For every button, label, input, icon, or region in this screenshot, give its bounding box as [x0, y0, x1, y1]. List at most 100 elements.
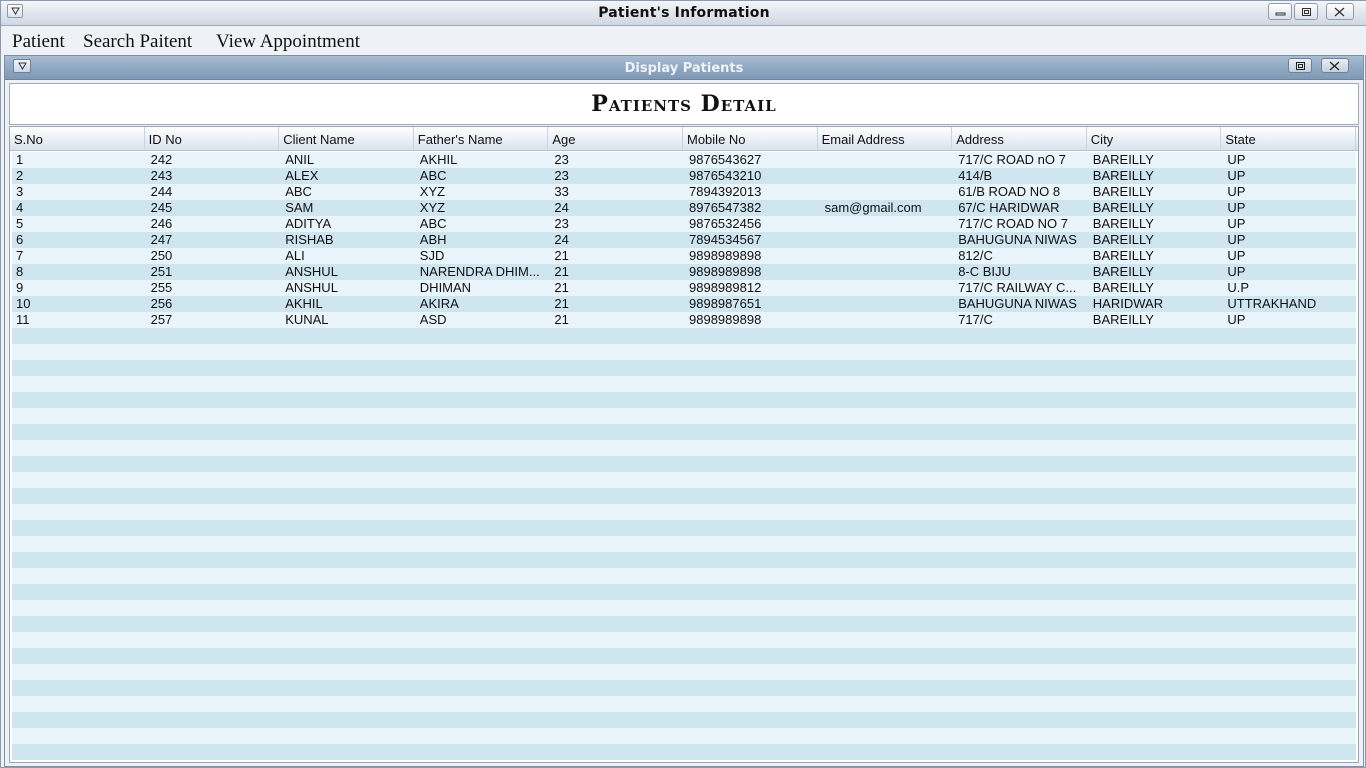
table-row[interactable]: [12, 568, 1356, 584]
column-header[interactable]: City: [1087, 127, 1222, 151]
table-cell: RISHAB: [285, 232, 334, 247]
table-cell: 245: [150, 200, 173, 215]
inner-window-title: Display Patients: [624, 61, 744, 76]
table-row[interactable]: [12, 424, 1356, 440]
inner-titlebar[interactable]: Display Patients: [5, 56, 1363, 80]
table-cell: BAHUGUNA NIWAS: [958, 232, 1077, 247]
table-row[interactable]: 1 242 ANIL AKHIL 23 9876543627 717/C ROAD nO 7…: [12, 152, 1356, 168]
column-header[interactable]: Address: [952, 127, 1087, 151]
table-row[interactable]: [12, 584, 1356, 600]
table-cell: AKHIL: [419, 152, 458, 167]
table-row[interactable]: [12, 392, 1356, 408]
table-row[interactable]: [12, 408, 1356, 424]
table-row[interactable]: 5 246 ADITYA ABC 23 9876532456 717/C ROAD NO 7…: [12, 216, 1356, 232]
table-row[interactable]: 9 255 ANSHUL DHIMAN 21 9898989812 717/C RAILWA…: [12, 280, 1356, 296]
inner-close-button[interactable]: [1321, 58, 1349, 73]
table-cell: 244: [150, 184, 173, 199]
table-cell: UP: [1227, 200, 1246, 215]
maximize-button[interactable]: [1294, 3, 1318, 20]
table-row[interactable]: [12, 616, 1356, 632]
table-cell: 9898989898: [689, 248, 762, 263]
menu-patient[interactable]: Patient: [12, 31, 65, 53]
column-header[interactable]: Client Name: [279, 127, 414, 151]
table-cell: BAREILLY: [1092, 216, 1154, 231]
table-row[interactable]: [12, 360, 1356, 376]
table-row[interactable]: [12, 520, 1356, 536]
table-cell: U.P: [1227, 280, 1250, 295]
table-cell: 21: [554, 296, 569, 311]
table-cell: UP: [1227, 168, 1246, 183]
table-row[interactable]: [12, 440, 1356, 456]
table-row[interactable]: 10 256 AKHIL AKIRA 21 9898987651 BAHUGUNA NIWA…: [12, 296, 1356, 312]
patients-table[interactable]: S.No ID No Client Name Father's Name Age Mobi…: [9, 126, 1359, 763]
column-header[interactable]: ID No: [145, 127, 280, 151]
table-cell: UP: [1227, 264, 1246, 279]
table-cell: 3: [16, 184, 24, 199]
table-row[interactable]: [12, 632, 1356, 648]
table-row[interactable]: 8 251 ANSHUL NARENDRA DHIM... 21 9898989898 8-…: [12, 264, 1356, 280]
column-header[interactable]: Age: [548, 127, 683, 151]
table-cell: [821, 248, 956, 264]
table-row[interactable]: [12, 344, 1356, 360]
table-cell: 9876543210: [689, 168, 762, 183]
table-body: 1 242 ANIL AKHIL 23 9876543627 717/C ROAD nO 7…: [12, 152, 1358, 762]
table-row[interactable]: [12, 664, 1356, 680]
menu-search-patient[interactable]: Search Paitent: [83, 31, 192, 53]
column-header[interactable]: Father's Name: [414, 127, 549, 151]
table-row[interactable]: [12, 536, 1356, 552]
table-cell: 257: [150, 312, 173, 327]
column-header[interactable]: Email Address: [818, 127, 953, 151]
table-cell: 2: [16, 168, 24, 183]
table-row[interactable]: [12, 488, 1356, 504]
column-header[interactable]: Mobile No: [683, 127, 818, 151]
close-button[interactable]: [1326, 3, 1354, 20]
table-cell: 717/C: [958, 312, 993, 327]
table-row[interactable]: [12, 600, 1356, 616]
table-row[interactable]: [12, 696, 1356, 712]
table-cell: SJD: [419, 248, 445, 263]
table-row[interactable]: [12, 712, 1356, 728]
table-row[interactable]: 3 244 ABC XYZ 33 7894392013 61/B ROAD NO 8 BARE…: [12, 184, 1356, 200]
table-row[interactable]: [12, 328, 1356, 344]
table-row[interactable]: [12, 504, 1356, 520]
table-cell: 717/C RAILWAY C...: [958, 280, 1077, 295]
menu-view-appointment[interactable]: View Appointment: [216, 31, 360, 53]
maximize-icon: [1296, 62, 1305, 70]
table-cell: BAREILLY: [1092, 312, 1154, 327]
table-row[interactable]: 6 247 RISHAB ABH 24 7894534567 BAHUGUNA NIWAS B…: [12, 232, 1356, 248]
table-row[interactable]: 7 250 ALI SJD 21 9898989898 812/C BAREILLY UP: [12, 248, 1356, 264]
table-cell: 242: [150, 152, 173, 167]
column-header[interactable]: S.No: [10, 127, 145, 151]
window-titlebar[interactable]: Patient's Information: [1, 1, 1366, 26]
table-row[interactable]: 2 243 ALEX ABC 23 9876543210 414/B BAREILLY UP: [12, 168, 1356, 184]
table-row[interactable]: 4 245 SAM XYZ 24 8976547382 sam@gmail.com 67/C …: [12, 200, 1356, 216]
table-row[interactable]: 11 257 KUNAL ASD 21 9898989898 717/C BAREILLY UP: [12, 312, 1356, 328]
table-row[interactable]: [12, 552, 1356, 568]
column-header[interactable]: State: [1221, 127, 1356, 151]
table-cell: ABH: [419, 232, 447, 247]
table-cell: 243: [150, 168, 173, 183]
table-row[interactable]: [12, 456, 1356, 472]
table-cell: 61/B ROAD NO 8: [958, 184, 1061, 199]
table-cell: 8976547382: [689, 200, 762, 215]
table-cell: 9: [16, 280, 24, 295]
table-row[interactable]: [12, 472, 1356, 488]
table-cell: 5: [16, 216, 24, 231]
minimize-button[interactable]: [1268, 3, 1292, 20]
table-cell: [821, 296, 956, 312]
table-row[interactable]: [12, 728, 1356, 744]
inner-maximize-button[interactable]: [1288, 58, 1312, 73]
table-row[interactable]: [12, 376, 1356, 392]
table-cell: 256: [150, 296, 173, 311]
table-cell: [821, 152, 956, 168]
table-cell: 246: [150, 216, 173, 231]
table-cell: 247: [150, 232, 173, 247]
window-title: Patient's Information: [598, 5, 770, 21]
table-cell: ABC: [419, 216, 447, 231]
table-row[interactable]: [12, 680, 1356, 696]
table-cell: 21: [554, 248, 569, 263]
table-row[interactable]: [12, 744, 1356, 760]
table-row[interactable]: [12, 648, 1356, 664]
table-cell: BAHUGUNA NIWAS: [958, 296, 1077, 311]
table-cell: [821, 232, 956, 248]
